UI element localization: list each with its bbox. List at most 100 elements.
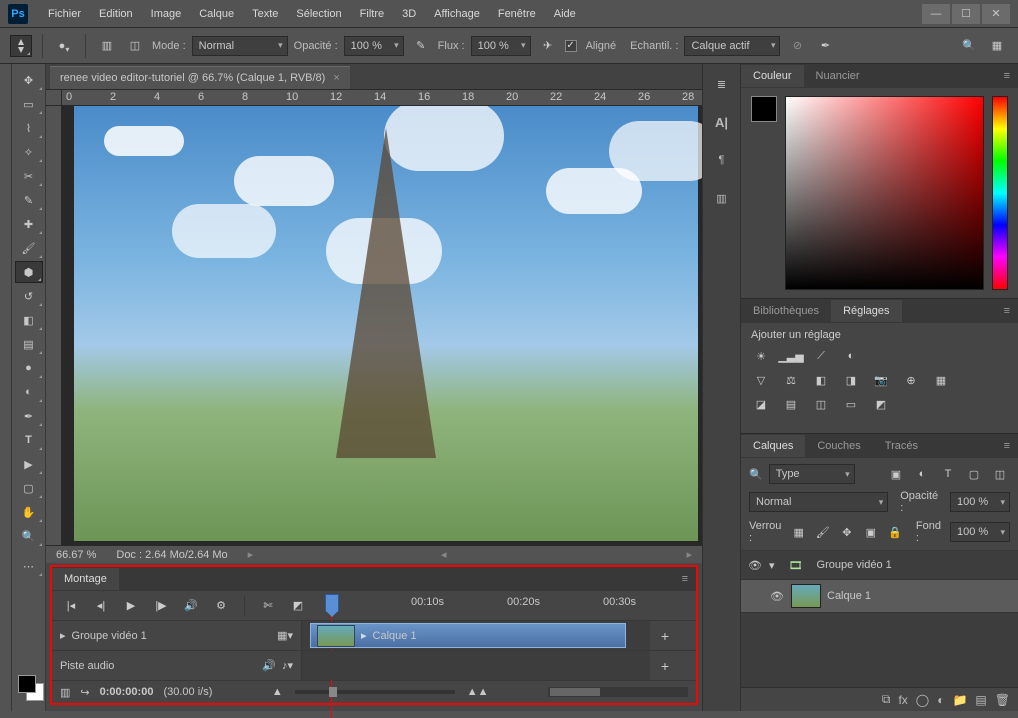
lock-all-icon[interactable]: 🔒 (886, 523, 904, 541)
timeline-settings-icon[interactable]: ⚙ (210, 595, 232, 617)
audio-mute-icon[interactable]: 🔊 (262, 659, 276, 672)
timeline-zoom-slider[interactable]: ▲ ▲▲ (222, 686, 538, 698)
next-frame-icon[interactable]: |▶ (150, 595, 172, 617)
menu-3d[interactable]: 3D (394, 4, 424, 24)
dodge-tool[interactable]: ◐ (15, 381, 43, 403)
type-tool[interactable]: T (15, 429, 43, 451)
colorlookup-icon[interactable]: ▦ (931, 371, 951, 389)
doc-size-status[interactable]: Doc : 2.64 Mo/2.64 Mo (116, 549, 227, 561)
lock-artboard-icon[interactable]: ▣ (862, 523, 880, 541)
menu-filtre[interactable]: Filtre (352, 4, 392, 24)
menu-image[interactable]: Image (143, 4, 190, 24)
color-swatches[interactable] (12, 669, 45, 711)
layer-filter-dropdown[interactable]: Type (769, 464, 855, 484)
quick-select-tool[interactable]: ✧ (15, 141, 43, 163)
maximize-button[interactable]: ☐ (952, 4, 980, 24)
menu-calque[interactable]: Calque (191, 4, 242, 24)
menu-texte[interactable]: Texte (244, 4, 286, 24)
lock-pixels-icon[interactable]: ▦ (790, 523, 808, 541)
echantil-dropdown[interactable]: Calque actif (684, 36, 780, 56)
menu-aide[interactable]: Aide (546, 4, 584, 24)
close-button[interactable]: ✕ (982, 4, 1010, 24)
character-panel-icon[interactable]: A| (708, 110, 736, 134)
couches-tab[interactable]: Couches (805, 435, 872, 457)
filter-adjust-icon[interactable]: ◐ (912, 465, 932, 483)
layer-name[interactable]: Calque 1 (827, 590, 871, 602)
mute-icon[interactable]: 🔊 (180, 595, 202, 617)
saturation-brightness-field[interactable] (785, 96, 984, 290)
healing-tool[interactable]: ✚ (15, 213, 43, 235)
opacity-dropdown[interactable]: 100 % (344, 36, 404, 56)
menu-selection[interactable]: Sélection (288, 4, 349, 24)
lock-paint-icon[interactable]: 🖌 (814, 523, 832, 541)
paragraph-panel-icon[interactable]: ¶ (708, 148, 736, 172)
levels-icon[interactable]: ▁▃▅ (781, 347, 801, 365)
filter-smart-icon[interactable]: ◫ (990, 465, 1010, 483)
expand-track-icon[interactable]: ▸ (60, 629, 66, 642)
brush-panel-toggle-icon[interactable]: ▥ (96, 35, 118, 57)
opacity-pressure-icon[interactable]: ✎ (410, 35, 432, 57)
blur-tool[interactable]: ● (15, 357, 43, 379)
link-layers-icon[interactable]: ⧉ (882, 692, 891, 707)
selective-icon[interactable]: ◩ (871, 395, 891, 413)
bibliotheques-tab[interactable]: Bibliothèques (741, 300, 831, 322)
track-film-icon[interactable]: ▦▾ (277, 629, 293, 642)
hue-icon[interactable]: ⚖ (781, 371, 801, 389)
pressure-size-icon[interactable]: ✒ (814, 35, 836, 57)
vibrance-icon[interactable]: ▽ (751, 371, 771, 389)
layer-item[interactable]: 👁 Calque 1 (741, 580, 1018, 613)
posterize-icon[interactable]: ▤ (781, 395, 801, 413)
new-group-icon[interactable]: 📁 (952, 693, 967, 707)
hand-tool[interactable]: ✋ (15, 501, 43, 523)
filter-shape-icon[interactable]: ▢ (964, 465, 984, 483)
split-clip-icon[interactable]: ✄ (257, 595, 279, 617)
transition-icon[interactable]: ◩ (287, 595, 309, 617)
zoom-status[interactable]: 66.67 % (56, 549, 96, 561)
zoom-out-icon[interactable]: ▲ (272, 686, 283, 698)
nuancier-tab[interactable]: Nuancier (804, 65, 872, 87)
export-icon[interactable]: ↪ (80, 686, 89, 699)
minimize-button[interactable]: — (922, 4, 950, 24)
bw-icon[interactable]: ◨ (841, 371, 861, 389)
timeline-ruler[interactable]: 00:10s 00:20s 00:30s (323, 594, 688, 618)
timeline-panel-menu-icon[interactable]: ≡ (674, 573, 696, 585)
gradientmap-icon[interactable]: ▭ (841, 395, 861, 413)
reglages-panel-menu-icon[interactable]: ≡ (996, 305, 1018, 317)
visibility-icon[interactable]: 👁 (747, 559, 763, 572)
path-select-tool[interactable]: ▶ (15, 453, 43, 475)
curves-icon[interactable]: ⟋ (811, 347, 831, 365)
colorbalance-icon[interactable]: ◧ (811, 371, 831, 389)
history-panel-icon[interactable]: ≣ (708, 72, 736, 96)
pen-tool[interactable]: ✒ (15, 405, 43, 427)
ignore-adjustment-icon[interactable]: ⊘ (786, 35, 808, 57)
current-time[interactable]: 0:00:00:00 (100, 686, 154, 698)
flux-dropdown[interactable]: 100 % (471, 36, 531, 56)
gradient-tool[interactable]: ▤ (15, 333, 43, 355)
layer-mask-icon[interactable]: ◯ (916, 693, 929, 707)
brush-preset-picker[interactable]: ●▾ (53, 35, 75, 57)
menu-fenetre[interactable]: Fenêtre (490, 4, 544, 24)
brightness-icon[interactable]: ☀ (751, 347, 771, 365)
photofilter-icon[interactable]: 📷 (871, 371, 891, 389)
aligne-checkbox[interactable] (565, 40, 577, 52)
layers-panel-menu-icon[interactable]: ≡ (996, 440, 1018, 452)
layer-group-item[interactable]: 👁 ▾ 🎞 Groupe vidéo 1 (741, 551, 1018, 580)
search-icon[interactable]: 🔍 (958, 35, 980, 57)
fill-dropdown[interactable]: 100 % (950, 522, 1010, 542)
eyedropper-tool[interactable]: ✎ (15, 189, 43, 211)
eraser-tool[interactable]: ◧ (15, 309, 43, 331)
edit-toolbar[interactable]: ⋯ (15, 555, 43, 577)
history-brush-tool[interactable]: ↺ (15, 285, 43, 307)
audio-note-icon[interactable]: ♪▾ (282, 659, 293, 672)
fg-swatch[interactable] (751, 96, 777, 122)
layer-style-icon[interactable]: fx (898, 693, 907, 707)
traces-tab[interactable]: Tracés (873, 435, 930, 457)
add-media-icon[interactable]: + (650, 628, 680, 644)
prev-frame-icon[interactable]: ◂| (90, 595, 112, 617)
airbrush-icon[interactable]: ✈ (537, 35, 559, 57)
invert-icon[interactable]: ◪ (751, 395, 771, 413)
hue-slider[interactable] (992, 96, 1008, 290)
blend-mode-dropdown[interactable]: Normal (749, 492, 888, 512)
play-icon[interactable]: ▶ (120, 595, 142, 617)
lock-position-icon[interactable]: ✥ (838, 523, 856, 541)
